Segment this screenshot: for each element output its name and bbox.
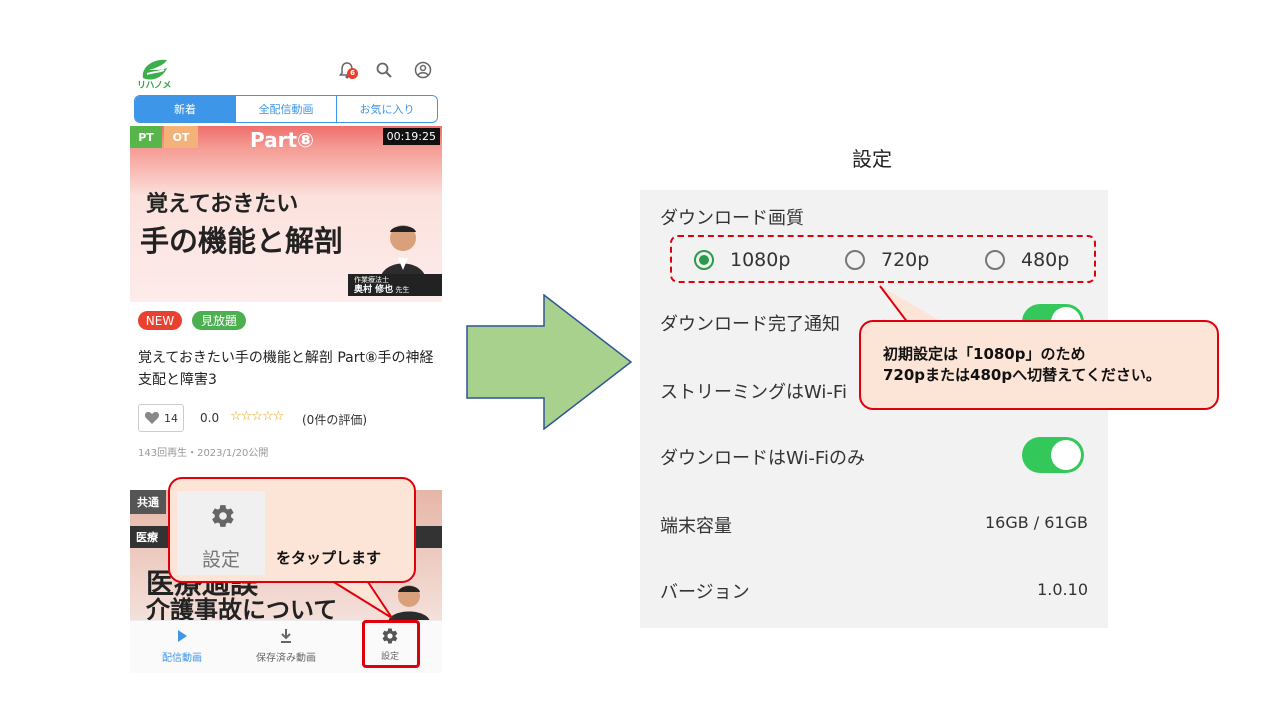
video-meta: 143回再生・2023/1/20公開 <box>138 448 269 459</box>
like-count: 14 <box>164 411 178 425</box>
tab-all-videos[interactable]: 全配信動画 <box>236 96 337 122</box>
common-tag: 共通 <box>130 490 166 514</box>
radio-unselected-icon <box>845 250 865 270</box>
radio-selected-icon <box>694 250 714 270</box>
video-title[interactable]: 覚えておきたい手の機能と解剖 Part⑧手の神経支配と障害3 <box>138 347 438 391</box>
quality-1080p-label: 1080p <box>730 249 791 271</box>
lecturer-suffix: 先生 <box>395 286 410 295</box>
nav-saved-label: 保存済み動画 <box>256 653 316 664</box>
review-count: (0件の評価) <box>302 413 367 427</box>
quality-note-line1: 初期設定は「1080p」のため <box>883 345 1086 363</box>
callout-right-tail <box>879 285 944 324</box>
storage-value: 16GB / 61GB <box>984 513 1088 532</box>
part-label: Part⑧ <box>250 128 314 152</box>
notification-badge: 6 <box>347 68 358 79</box>
radio-unselected-icon <box>985 250 1005 270</box>
download-wifi-label: ダウンロードはWi-Fiのみ <box>660 448 865 469</box>
thumbnail2-title-line2: 介護事故について <box>146 596 338 620</box>
thumbnail-title-line2: 手の機能と解剖 <box>140 224 344 258</box>
unlimited-badge: 見放題 <box>192 311 246 330</box>
search-icon[interactable] <box>375 61 393 79</box>
version-value: 1.0.10 <box>1037 580 1088 599</box>
quality-option-1080p[interactable]: 1080p <box>694 249 790 271</box>
tap-instruction: をタップします <box>276 549 382 567</box>
nav-videos[interactable]: 配信動画 <box>158 627 206 664</box>
storage-label: 端末容量 <box>660 516 732 537</box>
lecturer-name: 奥村 修也 <box>354 285 394 296</box>
settings-title: 設定 <box>852 147 892 171</box>
settings-card-label: 設定 <box>201 549 240 571</box>
ot-tag: OT <box>164 126 198 148</box>
quality-note-line2: 720pまたは480pへ切替えてください。 <box>883 366 1161 384</box>
quality-option-480p[interactable]: 480p <box>985 249 1069 271</box>
logo-text: リハノメ <box>137 81 172 91</box>
gear-icon <box>212 505 234 527</box>
new-badge: NEW <box>138 311 182 330</box>
rating-stars[interactable]: ☆☆☆☆☆ <box>230 409 284 424</box>
download-wifi-toggle[interactable] <box>1022 437 1084 473</box>
settings-highlight <box>362 620 420 668</box>
right-arrow <box>466 294 632 430</box>
video-thumbnail[interactable]: PT OT Part⑧ 00:19:25 覚えておきたい 手の機能と解剖 作業療… <box>130 126 442 302</box>
download-quality-label: ダウンロード画質 <box>660 208 804 229</box>
nav-videos-label: 配信動画 <box>162 653 202 664</box>
heart-icon <box>144 412 160 424</box>
pt-tag: PT <box>130 126 162 148</box>
quality-options-highlight: 1080p 720p 480p <box>670 235 1096 283</box>
lecturer-role: 作業療法士 <box>354 276 389 284</box>
tab-favorites[interactable]: お気に入り <box>337 96 437 122</box>
quality-720p-label: 720p <box>881 249 930 271</box>
version-label: バージョン <box>660 582 750 603</box>
quality-option-720p[interactable]: 720p <box>845 249 929 271</box>
settings-card: 設定 <box>177 491 265 575</box>
streaming-wifi-label: ストリーミングはWi-Fi <box>660 382 847 403</box>
download-notify-label: ダウンロード完了通知 <box>660 314 840 335</box>
tab-new[interactable]: 新着 <box>135 96 236 122</box>
tap-settings-callout: 設定 をタップします <box>168 477 416 583</box>
lecturer-caption: 作業療法士 奥村 修也 先生 <box>348 274 442 296</box>
download-icon <box>281 629 291 643</box>
play-icon <box>178 630 187 642</box>
content-tabs: 新着 全配信動画 お気に入り <box>134 95 438 123</box>
nav-saved[interactable]: 保存済み動画 <box>250 627 322 664</box>
like-button[interactable]: 14 <box>138 404 184 432</box>
quality-480p-label: 480p <box>1021 249 1070 271</box>
rating-score: 0.0 <box>200 411 220 425</box>
video-duration: 00:19:25 <box>382 128 440 145</box>
lecturer-photo <box>380 225 426 280</box>
account-icon[interactable] <box>414 61 432 79</box>
thumbnail-title-line1: 覚えておきたい <box>146 192 299 217</box>
quality-note-callout: 初期設定は「1080p」のため 720pまたは480pへ切替えてください。 <box>859 320 1219 410</box>
